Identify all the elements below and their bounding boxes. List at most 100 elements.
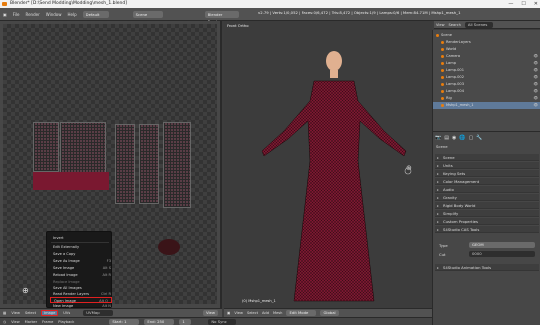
uv-menu-uvs[interactable]: UVs xyxy=(63,311,70,315)
uv-view-selector[interactable]: View xyxy=(202,310,218,316)
outliner-row-lamp-004[interactable]: Lamp.004 👁 xyxy=(433,88,540,95)
outliner-row-scene[interactable]: Scene xyxy=(433,32,540,39)
outliner-row-mesh[interactable]: Mshp1_mesh_1 👁 xyxy=(433,102,540,109)
3d-view-header: ▣ View Select Add Mesh Edit Mode Global xyxy=(224,308,432,317)
menu-render[interactable]: Render xyxy=(25,12,39,17)
window-titlebar: Blender* [D:\Send Modding\Modding\mesh_1… xyxy=(0,0,540,8)
eye-icon[interactable]: 👁 xyxy=(533,81,538,88)
editor-type-icon[interactable]: ▦ xyxy=(3,311,6,315)
3d-viewport[interactable]: Front Ortho ⊕ (0) Mshp1_mesh_1 xyxy=(224,21,432,308)
menu-item-save-as-image[interactable]: Save As Image F3 xyxy=(53,258,111,264)
menu-help[interactable]: Help xyxy=(68,12,77,17)
panel-rigid-body-world[interactable]: Rigid Body World xyxy=(435,202,539,209)
render-engine-selector[interactable]: Blender Render xyxy=(204,10,239,24)
minimize-button[interactable]: — xyxy=(508,0,513,8)
editor-type-icon[interactable]: ▣ xyxy=(3,12,7,17)
outliner-row-lamp-002[interactable]: Lamp.002 👁 xyxy=(433,74,540,81)
properties-editor[interactable]: 📷 ▤ ◉ 🌐 ▢ 🔧 Scene Scene Units Keying Set… xyxy=(432,131,540,325)
timeline-header: ◷ View Marker Frame Playback Start: 1 En… xyxy=(0,317,432,325)
timeline-menu-marker[interactable]: Marker xyxy=(25,320,37,324)
blender-logo-icon xyxy=(2,2,7,6)
eye-icon[interactable]: 👁 xyxy=(533,53,538,60)
uv-menu-select[interactable]: Select xyxy=(25,311,36,315)
menu-item-save-a-copy[interactable]: Save a Copy xyxy=(53,251,111,257)
sync-selector[interactable]: No Sync xyxy=(208,318,237,325)
object-tab-icon[interactable]: ▢ xyxy=(469,135,474,141)
outliner-row-lamp-003[interactable]: Lamp.003 👁 xyxy=(433,81,540,88)
end-value: 250 xyxy=(157,318,165,324)
layers-tab-icon[interactable]: ▤ xyxy=(444,135,449,141)
uv-island xyxy=(115,124,135,204)
render-tab-icon[interactable]: 📷 xyxy=(435,135,441,141)
close-button[interactable]: ✕ xyxy=(534,0,538,8)
layout-selector[interactable]: Default xyxy=(82,10,109,18)
current-frame-field[interactable]: 1 xyxy=(179,318,192,325)
outliner-row-lamp-001[interactable]: Lamp.001 👁 xyxy=(433,67,540,74)
editor-type-icon[interactable]: ◷ xyxy=(3,320,6,324)
outliner-row-lamp[interactable]: Lamp 👁 xyxy=(433,60,540,67)
maximize-button[interactable]: ☐ xyxy=(521,0,525,8)
world-tab-icon[interactable]: 🌐 xyxy=(459,135,465,141)
end-label: End: xyxy=(147,318,156,324)
eye-icon[interactable]: 👁 xyxy=(533,67,538,74)
3d-menu-view[interactable]: View xyxy=(234,311,243,315)
uv-island-round xyxy=(158,239,180,255)
menu-item-reload-image[interactable]: Reload Image Alt R xyxy=(53,272,111,278)
3d-menu-select[interactable]: Select xyxy=(247,311,258,315)
menu-window[interactable]: Window xyxy=(46,12,62,17)
editor-type-icon[interactable]: ▣ xyxy=(227,311,230,315)
outliner-row-rig[interactable]: Rig 👁 xyxy=(433,95,540,102)
outliner-row-world[interactable]: World xyxy=(433,46,540,53)
uv-menu-image[interactable]: Image xyxy=(41,310,59,316)
panel-scene[interactable]: Scene xyxy=(435,154,539,161)
scene-stats: v2.79 | Verts:1/0,052 | Faces:0/6,472 | … xyxy=(258,10,461,15)
timeline-menu-view[interactable]: View xyxy=(11,320,20,324)
eye-icon[interactable]: 👁 xyxy=(533,88,538,95)
panel-keying-sets[interactable]: Keying Sets xyxy=(435,170,539,177)
uv-island-skirt-band xyxy=(33,172,109,190)
3d-menu-add[interactable]: Add xyxy=(262,311,269,315)
3d-menu-mesh[interactable]: Mesh xyxy=(273,311,282,315)
cut-field[interactable]: 0000 xyxy=(469,251,535,257)
outliner-row-camera[interactable]: Camera 👁 xyxy=(433,53,540,60)
panel-simplify[interactable]: Simplify xyxy=(435,210,539,217)
eye-icon[interactable]: 👁 xyxy=(533,95,538,102)
uv-island xyxy=(163,122,191,208)
menu-item-invert[interactable]: Invert xyxy=(53,235,111,241)
outliner-row-renderlayers[interactable]: RenderLayers xyxy=(433,39,540,46)
3d-cursor-icon[interactable]: ⊕ xyxy=(406,164,412,172)
eye-icon[interactable]: 👁 xyxy=(533,102,538,109)
display-mode-selector[interactable]: All Scenes xyxy=(464,21,493,28)
start-frame-field[interactable]: Start: 1 xyxy=(109,318,140,325)
panel-audio[interactable]: Audio xyxy=(435,186,539,193)
panel-gravity[interactable]: Gravity xyxy=(435,194,539,201)
properties-tabs: 📷 ▤ ◉ 🌐 ▢ 🔧 xyxy=(435,134,539,142)
object-label: (0) Mshp1_mesh_1 xyxy=(242,299,276,303)
timeline-menu-playback[interactable]: Playback xyxy=(58,320,74,324)
menu-file[interactable]: File xyxy=(13,12,20,17)
menu-item-edit-externally[interactable]: Edit Externally xyxy=(53,244,111,250)
uv-editor-header: ▦ View Select Image UVs UVMap View xyxy=(0,308,222,317)
pivot-selector[interactable]: Global xyxy=(320,310,339,316)
scene-tab-icon[interactable]: ◉ xyxy=(452,135,456,141)
type-field[interactable]: GEOM xyxy=(469,242,535,248)
outliner[interactable]: Scene RenderLayers World Camera 👁 Lamp 👁 L… xyxy=(432,30,540,131)
outliner-search-menu[interactable]: Search xyxy=(449,23,461,27)
eye-icon[interactable]: 👁 xyxy=(533,60,538,67)
mode-selector[interactable]: Edit Mode xyxy=(286,310,317,316)
panel-color-management[interactable]: Color Management xyxy=(435,178,539,185)
eye-icon[interactable]: 👁 xyxy=(533,74,538,81)
modifier-tab-icon[interactable]: 🔧 xyxy=(476,135,482,141)
panel-s4studio-animation-tools[interactable]: S4Studio Animation Tools xyxy=(435,264,539,271)
uvmap-selector[interactable]: UVMap xyxy=(83,310,114,316)
uv-menu-view[interactable]: View xyxy=(11,311,20,315)
2d-cursor-icon[interactable]: ⊕ xyxy=(22,286,29,295)
panel-units[interactable]: Units xyxy=(435,162,539,169)
timeline-menu-frame[interactable]: Frame xyxy=(42,320,53,324)
menu-item-save-image[interactable]: Save Image Alt S xyxy=(53,265,111,271)
panel-s4studio-cas-tools[interactable]: S4Studio CAS Tools xyxy=(435,226,539,233)
scene-selector[interactable]: Scene xyxy=(132,10,163,18)
outliner-view-menu[interactable]: View xyxy=(436,23,445,27)
end-frame-field[interactable]: End: 250 xyxy=(144,318,175,325)
panel-custom-properties[interactable]: Custom Properties xyxy=(435,218,539,225)
